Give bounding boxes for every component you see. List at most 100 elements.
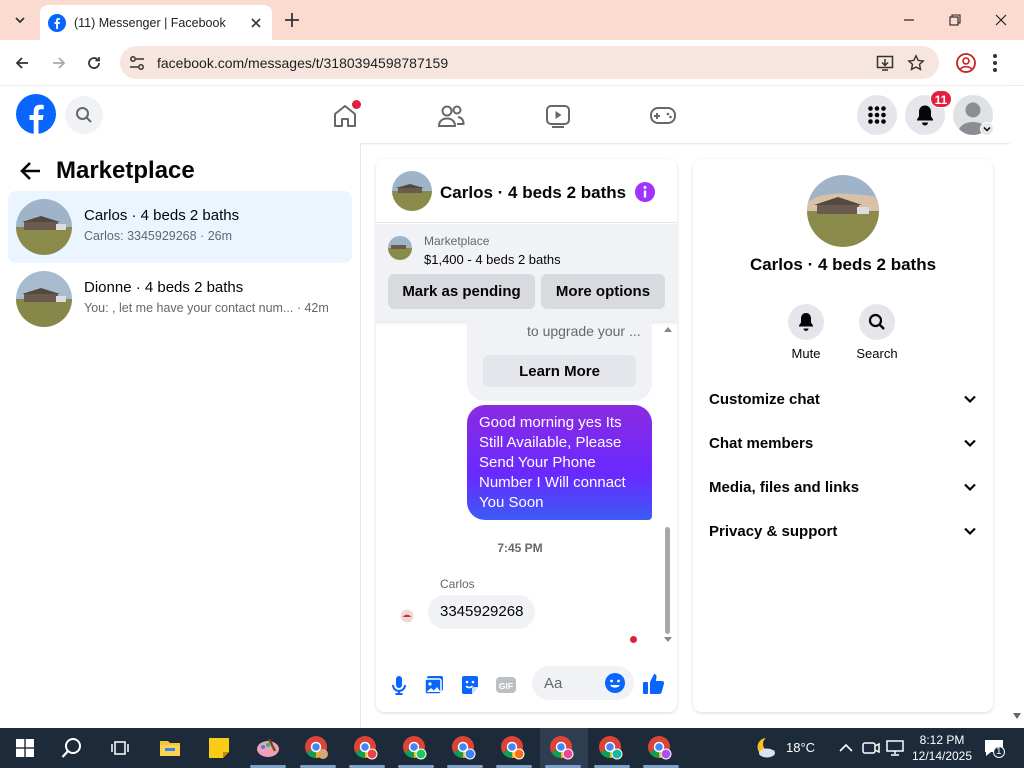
sticky-notes-icon: [209, 738, 229, 758]
section-customize-chat[interactable]: Customize chat: [709, 380, 977, 420]
taskbar-chrome-7[interactable]: [597, 734, 625, 762]
search-icon: [868, 313, 885, 330]
chevron-down-icon: [983, 126, 991, 132]
facebook-favicon-icon: [48, 13, 66, 32]
section-chat-members[interactable]: Chat members: [709, 424, 977, 464]
restore-icon: [949, 14, 961, 26]
page-scrollbar[interactable]: [1010, 87, 1024, 728]
menu-button[interactable]: [857, 95, 897, 135]
learn-more-button[interactable]: Learn More: [483, 355, 636, 387]
account-chevron[interactable]: [980, 122, 994, 136]
chat-scrollbar-thumb[interactable]: [665, 527, 670, 634]
microphone-icon[interactable]: [388, 674, 410, 696]
new-tab-icon[interactable]: [282, 10, 302, 30]
back-arrow-icon[interactable]: [20, 161, 42, 181]
tab-title: (11) Messenger | Facebook: [74, 15, 226, 30]
scroll-down-icon[interactable]: [663, 636, 673, 644]
task-view-button[interactable]: [106, 734, 134, 762]
browser-menu-icon[interactable]: [992, 52, 998, 74]
conversation-snippet: Carlos: 3345929268 · 26m: [84, 229, 233, 243]
camera-tray-icon[interactable]: [862, 740, 880, 756]
nav-video[interactable]: [543, 101, 573, 131]
conversation-name: Dionne · 4 beds 2 baths: [84, 279, 244, 296]
maximize-button[interactable]: [943, 8, 967, 32]
taskbar-sticky-notes[interactable]: [205, 734, 233, 762]
taskbar-chrome-2[interactable]: [352, 734, 380, 762]
conversation-sidebar: Marketplace Carlos · 4 beds 2 baths Carl…: [0, 143, 361, 728]
gif-icon[interactable]: GIF: [495, 674, 517, 696]
arrow-right-icon: [53, 57, 66, 69]
taskbar-chrome-4[interactable]: [450, 734, 478, 762]
mute-action[interactable]: Mute: [776, 304, 836, 361]
reload-icon: [88, 57, 100, 69]
section-media-files-links[interactable]: Media, files and links: [709, 468, 977, 508]
taskbar-clock[interactable]: 8:12 PM 12/14/2025: [906, 732, 978, 764]
sent-message-bubble[interactable]: Good morning yes Its Still Available, Pl…: [467, 405, 652, 520]
close-tab-icon[interactable]: [248, 15, 264, 31]
marketplace-label: Marketplace: [424, 234, 490, 248]
facebook-logo-icon[interactable]: [16, 94, 56, 134]
conversation-item[interactable]: Carlos · 4 beds 2 baths Carlos: 33459292…: [8, 191, 352, 263]
weather-temperature[interactable]: 18°C: [786, 740, 815, 755]
site-settings-icon[interactable]: [128, 54, 146, 72]
taskbar-chrome-8[interactable]: [646, 734, 674, 762]
received-message-bubble[interactable]: 3345929268: [428, 595, 536, 629]
taskbar-chrome-6-active[interactable]: [548, 734, 576, 762]
browser-tab-bar: (11) Messenger | Facebook: [0, 0, 1024, 40]
emoji-icon[interactable]: [604, 672, 626, 694]
taskbar-file-explorer[interactable]: [156, 734, 184, 762]
sender-avatar-icon[interactable]: [400, 609, 414, 623]
install-app-icon[interactable]: [876, 54, 894, 72]
facebook-search-button[interactable]: [65, 96, 103, 134]
tab-search-button[interactable]: [8, 8, 32, 32]
close-window-button[interactable]: [989, 8, 1013, 32]
section-privacy-support[interactable]: Privacy & support: [709, 512, 977, 552]
close-icon: [995, 14, 1007, 26]
reload-button[interactable]: [83, 52, 105, 74]
chat-avatar[interactable]: [392, 171, 432, 211]
scroll-down-icon[interactable]: [1013, 713, 1021, 719]
listing-summary[interactable]: $1,400 - 4 beds 2 baths: [424, 252, 561, 267]
taskbar-paint-app[interactable]: [254, 734, 282, 762]
taskbar-search-button[interactable]: [58, 734, 86, 762]
clock-date: 12/14/2025: [911, 749, 973, 763]
photo-icon[interactable]: [423, 674, 445, 696]
minimize-button[interactable]: [897, 8, 921, 32]
bell-icon: [799, 313, 813, 331]
windows-taskbar: 18°C 8:12 PM 12/14/2025 1: [0, 728, 1024, 768]
scroll-up-icon[interactable]: [663, 325, 673, 333]
search-action[interactable]: Search: [847, 304, 907, 361]
arrow-left-icon: [15, 57, 28, 69]
forward-button[interactable]: [48, 52, 70, 74]
sticker-icon[interactable]: [459, 674, 481, 696]
nav-friends[interactable]: [436, 101, 466, 131]
chat-title[interactable]: Carlos · 4 beds 2 baths: [440, 183, 626, 203]
chevron-up-icon[interactable]: [839, 742, 853, 754]
network-icon[interactable]: [886, 740, 904, 756]
search-in-chat-button[interactable]: [859, 304, 895, 340]
conversation-item[interactable]: Dionne · 4 beds 2 baths You: , let me ha…: [8, 263, 352, 335]
address-bar: facebook.com/messages/t/3180394598787159: [0, 40, 1024, 86]
taskbar-chrome-1[interactable]: [303, 734, 331, 762]
omnibox[interactable]: facebook.com/messages/t/3180394598787159: [120, 46, 939, 79]
nav-gaming[interactable]: [648, 101, 678, 131]
details-avatar[interactable]: [807, 175, 879, 247]
browser-tab[interactable]: (11) Messenger | Facebook: [40, 5, 272, 40]
taskbar-chrome-3[interactable]: [401, 734, 429, 762]
back-button[interactable]: [11, 52, 33, 74]
info-card-text: to upgrade your ...: [527, 323, 641, 339]
listing-thumbnail: [388, 236, 412, 260]
start-button[interactable]: [11, 734, 39, 762]
mark-pending-button[interactable]: Mark as pending: [388, 274, 535, 309]
message-input[interactable]: Aa: [532, 666, 634, 700]
mute-button[interactable]: [788, 304, 824, 340]
info-icon[interactable]: [634, 181, 656, 203]
taskbar-chrome-5[interactable]: [499, 734, 527, 762]
bookmark-star-icon[interactable]: [907, 54, 925, 72]
more-options-button[interactable]: More options: [541, 274, 665, 309]
thumbs-up-icon[interactable]: [642, 672, 666, 696]
profile-icon[interactable]: [955, 52, 977, 74]
chevron-down-icon: [15, 17, 25, 24]
chrome-icon: [550, 736, 574, 760]
weather-icon[interactable]: [752, 735, 778, 761]
